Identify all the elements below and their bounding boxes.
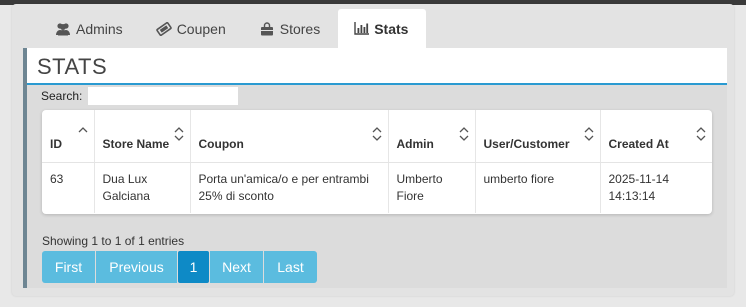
sort-icon bbox=[174, 126, 184, 142]
pagination: First Previous 1 Next Last bbox=[42, 251, 318, 283]
page-header: STATS bbox=[27, 48, 727, 85]
search-input[interactable] bbox=[88, 87, 239, 105]
ticket-icon bbox=[155, 21, 172, 37]
tab-stores[interactable]: Stores bbox=[244, 9, 338, 48]
cell-admin: Umberto Fiore bbox=[387, 162, 475, 213]
cell-store-name: Dua Lux Galciana bbox=[93, 162, 190, 213]
cell-user-customer: umberto fiore bbox=[474, 162, 600, 213]
bar-chart-icon bbox=[353, 21, 369, 37]
table-row: 63 Dua Lux Galciana Porta un'amica/o e p… bbox=[42, 162, 712, 213]
sort-icon bbox=[584, 126, 594, 142]
first-page-button[interactable]: First bbox=[42, 251, 95, 283]
tab-bar: Admins Coupen Stores Stats bbox=[40, 9, 427, 48]
stats-panel: STATS Search: ID Store Name Coupon Admin… bbox=[23, 48, 727, 288]
page-title: STATS bbox=[37, 54, 108, 79]
tab-label: Stores bbox=[279, 20, 321, 37]
tab-stats[interactable]: Stats bbox=[338, 9, 427, 48]
sort-icon bbox=[372, 126, 382, 142]
search-label: Search: bbox=[41, 89, 83, 103]
sort-icon bbox=[696, 126, 706, 142]
last-page-button[interactable]: Last bbox=[264, 251, 317, 283]
sort-ascending-icon bbox=[78, 126, 88, 142]
page-1-button[interactable]: 1 bbox=[178, 251, 209, 283]
column-header-admin[interactable]: Admin bbox=[387, 110, 475, 163]
stats-table: ID Store Name Coupon Admin User/Customer… bbox=[42, 110, 712, 213]
tab-coupen[interactable]: Coupen bbox=[141, 9, 244, 48]
tab-admins[interactable]: Admins bbox=[40, 9, 141, 48]
sort-icon bbox=[459, 126, 469, 142]
column-header-store-name[interactable]: Store Name bbox=[93, 110, 190, 163]
cell-coupon: Porta un'amica/o e per entrambi 25% di s… bbox=[189, 162, 388, 213]
tab-label: Admins bbox=[76, 20, 123, 37]
cell-created-at: 2025-11-14 14:13:14 bbox=[599, 162, 712, 213]
column-header-user-customer[interactable]: User/Customer bbox=[474, 110, 600, 163]
table-info: Showing 1 to 1 of 1 entries bbox=[42, 234, 185, 248]
next-page-button[interactable]: Next bbox=[210, 251, 263, 283]
shopping-bag-icon bbox=[259, 21, 275, 37]
column-header-coupon[interactable]: Coupon bbox=[189, 110, 388, 163]
tab-label: Stats bbox=[374, 20, 409, 37]
search-row: Search: bbox=[41, 87, 239, 105]
column-header-created-at[interactable]: Created At bbox=[599, 110, 712, 163]
tab-label: Coupen bbox=[176, 20, 226, 37]
users-icon bbox=[55, 21, 71, 37]
cell-id: 63 bbox=[50, 171, 64, 186]
table-header-row: ID Store Name Coupon Admin User/Customer… bbox=[42, 110, 712, 163]
previous-page-button[interactable]: Previous bbox=[96, 251, 177, 283]
stats-table-card: ID Store Name Coupon Admin User/Customer… bbox=[42, 110, 712, 214]
column-header-id[interactable]: ID bbox=[42, 110, 94, 163]
